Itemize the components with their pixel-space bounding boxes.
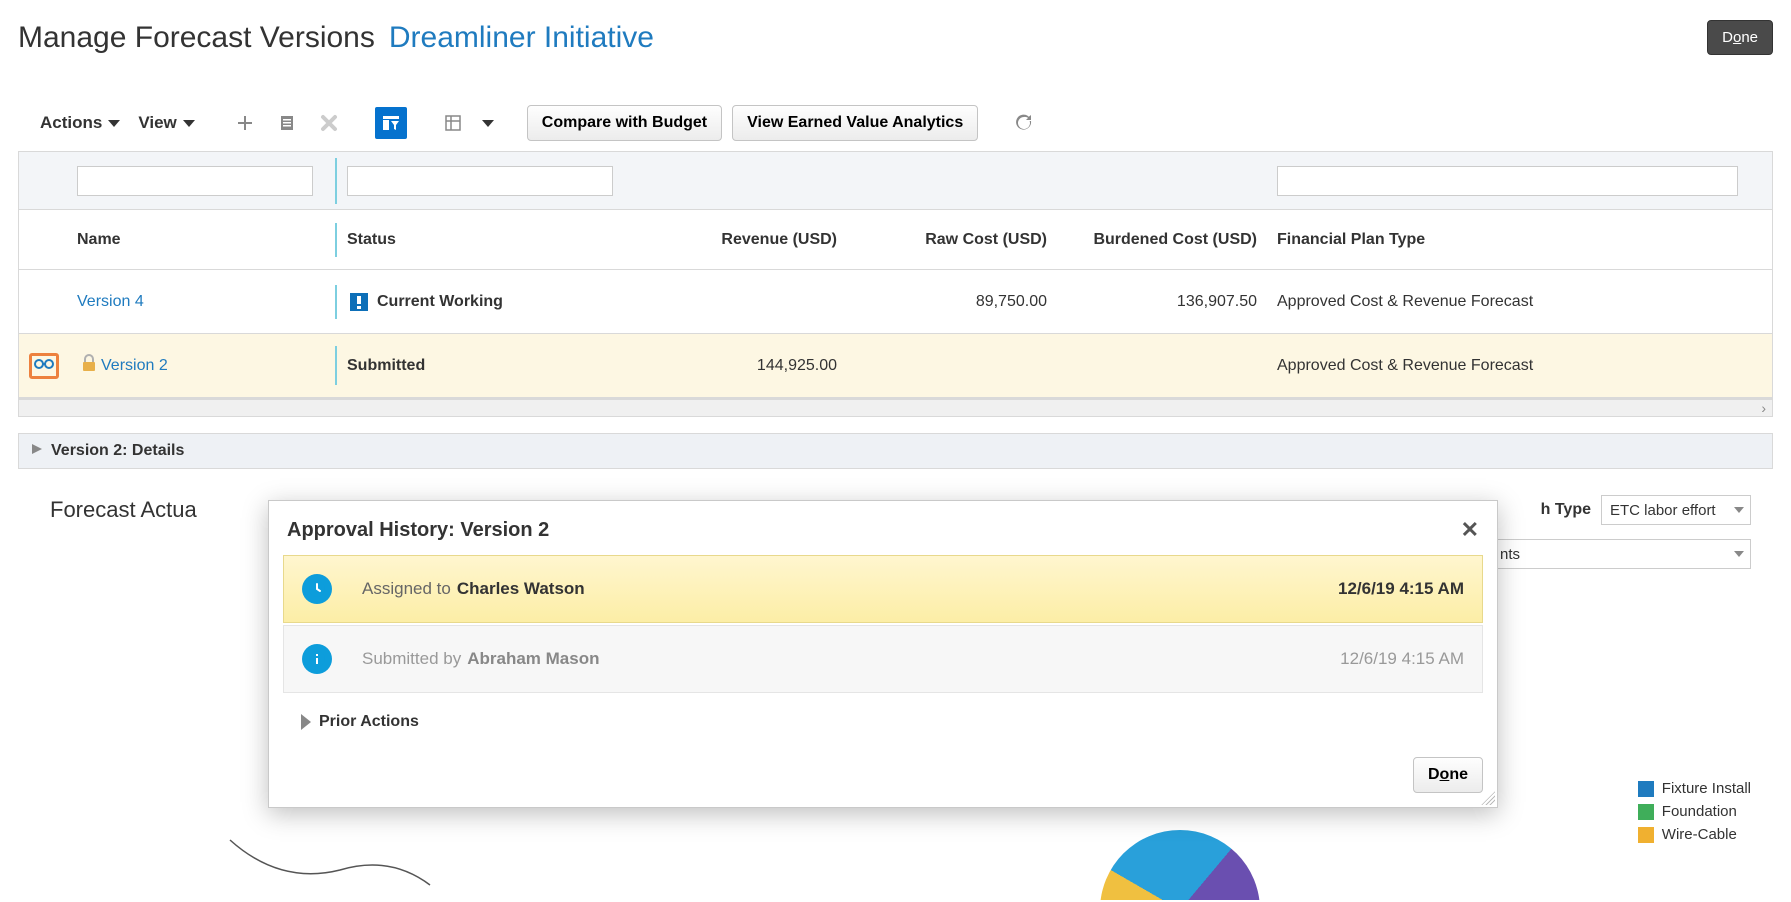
col-name[interactable]: Name bbox=[67, 223, 337, 257]
plan-cell: Approved Cost & Revenue Forecast bbox=[1267, 285, 1772, 319]
approval-history-dialog: Approval History: Version 2 ✕ Assigned t… bbox=[268, 500, 1498, 808]
done-button[interactable]: Done bbox=[1707, 20, 1773, 55]
duplicate-icon[interactable] bbox=[271, 107, 303, 139]
current-working-icon bbox=[347, 290, 371, 314]
chart-legend: Fixture Install Foundation Wire-Cable bbox=[1638, 780, 1751, 849]
refresh-icon[interactable] bbox=[1008, 107, 1040, 139]
close-icon[interactable]: ✕ bbox=[1461, 517, 1479, 543]
view-indicator-icon bbox=[29, 353, 59, 379]
legend-swatch bbox=[1638, 804, 1654, 820]
table-row[interactable]: Version 2 Submitted 144,925.00 Approved … bbox=[19, 334, 1772, 398]
version-link[interactable]: Version 4 bbox=[77, 293, 144, 310]
caret-down-icon bbox=[482, 120, 494, 127]
chart-curve bbox=[220, 830, 440, 890]
col-burden-cost[interactable]: Burdened Cost (USD) bbox=[1057, 223, 1267, 257]
resize-handle[interactable] bbox=[1481, 791, 1495, 805]
col-raw-cost[interactable]: Raw Cost (USD) bbox=[847, 223, 1057, 257]
secondary-select[interactable]: nts bbox=[1491, 539, 1751, 569]
type-select[interactable]: ETC labor effort bbox=[1601, 495, 1751, 525]
legend-item: Foundation bbox=[1638, 803, 1751, 820]
caret-down-icon bbox=[108, 120, 120, 127]
history-label: Submitted by bbox=[362, 649, 461, 669]
legend-label: Wire-Cable bbox=[1662, 826, 1737, 843]
add-icon[interactable] bbox=[229, 107, 261, 139]
burden-cost-cell: 136,907.50 bbox=[1057, 285, 1267, 319]
col-revenue[interactable]: Revenue (USD) bbox=[637, 223, 847, 257]
caret-down-icon bbox=[183, 120, 195, 127]
secondary-select-value: nts bbox=[1500, 546, 1520, 563]
revenue-cell: 144,925.00 bbox=[637, 349, 847, 383]
history-item[interactable]: Submitted by Abraham Mason 12/6/19 4:15 … bbox=[283, 625, 1483, 693]
horizontal-scrollbar[interactable] bbox=[18, 399, 1773, 417]
history-timestamp: 12/6/19 4:15 AM bbox=[1340, 649, 1464, 669]
revenue-cell bbox=[637, 294, 847, 310]
col-plan-type[interactable]: Financial Plan Type bbox=[1267, 223, 1772, 257]
toolbar: Actions View Compare with Budget View Ea… bbox=[0, 95, 1791, 151]
section-title: Forecast Actua bbox=[50, 497, 197, 523]
actions-menu-label: Actions bbox=[40, 113, 102, 133]
legend-label: Foundation bbox=[1662, 803, 1737, 820]
filter-panel-icon[interactable] bbox=[375, 107, 407, 139]
info-icon bbox=[302, 644, 332, 674]
col-status[interactable]: Status bbox=[337, 223, 637, 257]
actions-menu[interactable]: Actions bbox=[36, 109, 124, 137]
filter-plan-input[interactable] bbox=[1277, 166, 1738, 196]
dialog-done-button[interactable]: Done bbox=[1413, 757, 1483, 793]
project-link[interactable]: Dreamliner Initiative bbox=[389, 21, 654, 55]
type-select-value: ETC labor effort bbox=[1610, 502, 1716, 519]
history-name: Abraham Mason bbox=[467, 649, 599, 669]
lock-icon bbox=[81, 354, 97, 377]
version-link[interactable]: Version 2 bbox=[101, 357, 168, 375]
prior-actions-label: Prior Actions bbox=[319, 713, 419, 731]
raw-cost-cell: 89,750.00 bbox=[847, 285, 1057, 319]
table-row[interactable]: Version 4 Current Working 89,750.00 136,… bbox=[19, 270, 1772, 334]
done-button-pre: D bbox=[1722, 29, 1733, 46]
pie-chart bbox=[1100, 830, 1260, 900]
chevron-right-icon bbox=[301, 714, 311, 730]
done-button-post: ne bbox=[1741, 29, 1758, 46]
legend-item: Fixture Install bbox=[1638, 780, 1751, 797]
delete-icon bbox=[313, 107, 345, 139]
legend-swatch bbox=[1638, 781, 1654, 797]
view-menu[interactable]: View bbox=[134, 109, 198, 137]
history-name: Charles Watson bbox=[457, 579, 585, 599]
done-u: o bbox=[1440, 766, 1450, 783]
legend-swatch bbox=[1638, 827, 1654, 843]
view-eva-button[interactable]: View Earned Value Analytics bbox=[732, 105, 978, 141]
view-menu-label: View bbox=[138, 113, 176, 133]
done-pre: D bbox=[1428, 766, 1440, 783]
legend-item: Wire-Cable bbox=[1638, 826, 1751, 843]
history-item[interactable]: Assigned to Charles Watson 12/6/19 4:15 … bbox=[283, 555, 1483, 623]
filter-name-input[interactable] bbox=[77, 166, 313, 196]
disclosure-icon bbox=[31, 442, 43, 460]
legend-label: Fixture Install bbox=[1662, 780, 1751, 797]
raw-cost-cell bbox=[847, 358, 1057, 374]
type-label: h Type bbox=[1541, 501, 1591, 519]
history-label: Assigned to bbox=[362, 579, 451, 599]
details-panel-header[interactable]: Version 2: Details bbox=[18, 433, 1773, 469]
clock-icon bbox=[302, 574, 332, 604]
compare-budget-button[interactable]: Compare with Budget bbox=[527, 105, 722, 141]
dialog-title: Approval History: Version 2 bbox=[287, 519, 549, 542]
page-header: Manage Forecast Versions Dreamliner Init… bbox=[0, 0, 1791, 65]
filter-row bbox=[19, 152, 1772, 210]
plan-cell: Approved Cost & Revenue Forecast bbox=[1267, 349, 1772, 383]
freeze-icon[interactable] bbox=[437, 107, 469, 139]
history-timestamp: 12/6/19 4:15 AM bbox=[1338, 579, 1464, 599]
versions-table: Name Status Revenue (USD) Raw Cost (USD)… bbox=[18, 151, 1773, 399]
page-title: Manage Forecast Versions bbox=[18, 21, 375, 55]
details-title: Version 2: Details bbox=[51, 442, 184, 460]
header-row: Name Status Revenue (USD) Raw Cost (USD)… bbox=[19, 210, 1772, 270]
status-text: Current Working bbox=[377, 293, 503, 311]
burden-cost-cell bbox=[1057, 358, 1267, 374]
done-post: ne bbox=[1449, 766, 1468, 783]
freeze-menu-caret[interactable] bbox=[479, 107, 497, 139]
prior-actions-toggle[interactable]: Prior Actions bbox=[283, 695, 1483, 739]
status-text: Submitted bbox=[347, 357, 425, 374]
filter-status-input[interactable] bbox=[347, 166, 613, 196]
